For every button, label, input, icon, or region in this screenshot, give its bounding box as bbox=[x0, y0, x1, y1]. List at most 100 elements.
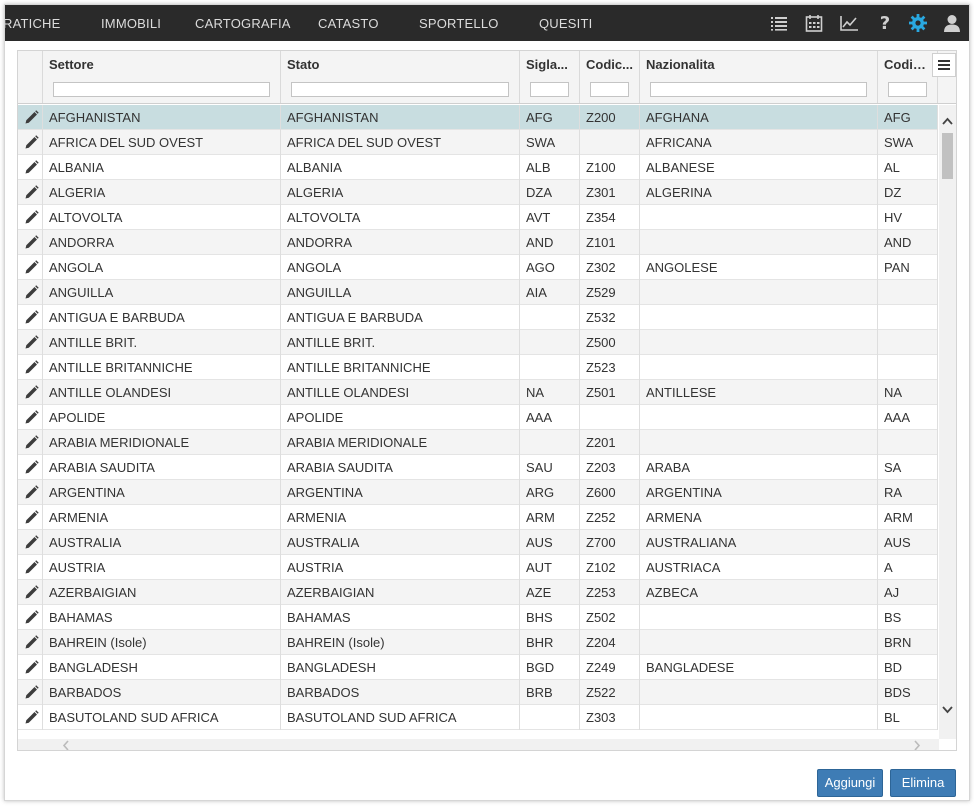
column-menu-button[interactable] bbox=[932, 53, 956, 77]
table-row[interactable]: ARMENIA ARMENIA ARM Z252 ARMENA ARM bbox=[18, 505, 938, 530]
vertical-scrollbar[interactable] bbox=[939, 105, 956, 739]
table-row[interactable]: ANTILLE BRIT. ANTILLE BRIT. Z500 bbox=[18, 330, 938, 355]
table-row[interactable]: AFGHANISTAN AFGHANISTAN AFG Z200 AFGHANA AFG bbox=[18, 105, 938, 130]
column-header-sigla[interactable]: Sigla... bbox=[520, 51, 580, 103]
edit-row-button[interactable] bbox=[18, 255, 43, 280]
cell-settore: AZERBAIGIAN bbox=[43, 580, 281, 605]
table-row[interactable]: ALGERIA ALGERIA DZA Z301 ALGERINA DZ bbox=[18, 180, 938, 205]
chevron-up-icon[interactable] bbox=[941, 115, 954, 128]
edit-row-button[interactable] bbox=[18, 405, 43, 430]
table-row[interactable]: AZERBAIGIAN AZERBAIGIAN AZE Z253 AZBECA AJ bbox=[18, 580, 938, 605]
nav-item-sportello[interactable]: SPORTELLO bbox=[419, 5, 499, 41]
table-row[interactable]: ANDORRA ANDORRA AND Z101 AND bbox=[18, 230, 938, 255]
filter-codice2-input[interactable] bbox=[888, 82, 927, 97]
chevron-right-icon[interactable] bbox=[910, 739, 923, 751]
calendar-icon[interactable] bbox=[804, 13, 824, 33]
table-row[interactable]: ANTILLE BRITANNICHE ANTILLE BRITANNICHE Z5… bbox=[18, 355, 938, 380]
add-button[interactable]: Aggiungi bbox=[817, 769, 883, 797]
edit-row-button[interactable] bbox=[18, 455, 43, 480]
column-header-stato[interactable]: Stato bbox=[281, 51, 520, 103]
cell-codice: Z301 bbox=[580, 180, 640, 205]
table-row[interactable]: ANTIGUA E BARBUDA ANTIGUA E BARBUDA Z532 bbox=[18, 305, 938, 330]
table-row[interactable]: ANTILLE OLANDESI ANTILLE OLANDESI NA Z501 AN… bbox=[18, 380, 938, 405]
horizontal-scrollbar[interactable] bbox=[18, 739, 939, 751]
filter-sigla-input[interactable] bbox=[530, 82, 569, 97]
edit-row-button[interactable] bbox=[18, 480, 43, 505]
filter-nazionalita-input[interactable] bbox=[650, 82, 867, 97]
filter-codice-input[interactable] bbox=[590, 82, 629, 97]
edit-row-button[interactable] bbox=[18, 305, 43, 330]
column-header-codice[interactable]: Codic... bbox=[580, 51, 640, 103]
table-row[interactable]: ARGENTINA ARGENTINA ARG Z600 ARGENTINA RA bbox=[18, 480, 938, 505]
column-header-nazionalita[interactable]: Nazionalita bbox=[640, 51, 878, 103]
table-row[interactable]: BAHREIN (Isole) BAHREIN (Isole) BHR Z204 BRN bbox=[18, 630, 938, 655]
edit-row-button[interactable] bbox=[18, 355, 43, 380]
table-row[interactable]: BASUTOLAND SUD AFRICA BASUTOLAND SUD AFRI… bbox=[18, 705, 938, 730]
cell-codice2: A bbox=[878, 555, 938, 580]
table-row[interactable]: AFRICA DEL SUD OVEST AFRICA DEL SUD OVEST… bbox=[18, 130, 938, 155]
edit-row-button[interactable] bbox=[18, 380, 43, 405]
cell-settore: ALGERIA bbox=[43, 180, 281, 205]
cell-codice2: HV bbox=[878, 205, 938, 230]
edit-row-button[interactable] bbox=[18, 680, 43, 705]
gear-icon[interactable] bbox=[908, 13, 928, 33]
list-icon[interactable] bbox=[769, 13, 789, 33]
cell-sigla: NA bbox=[520, 380, 580, 405]
horizontal-scrollbar-track[interactable] bbox=[88, 743, 888, 748]
table-row[interactable]: ARABIA SAUDITA ARABIA SAUDITA SAU Z203 ARABA… bbox=[18, 455, 938, 480]
edit-row-button[interactable] bbox=[18, 630, 43, 655]
edit-row-button[interactable] bbox=[18, 205, 43, 230]
edit-row-button[interactable] bbox=[18, 180, 43, 205]
cell-codice: Z501 bbox=[580, 380, 640, 405]
chevron-down-icon[interactable] bbox=[941, 703, 954, 716]
edit-row-button[interactable] bbox=[18, 130, 43, 155]
table-row[interactable]: ARABIA MERIDIONALE ARABIA MERIDIONALE Z201 bbox=[18, 430, 938, 455]
column-header-settore[interactable]: Settore bbox=[43, 51, 281, 103]
cell-codice: Z303 bbox=[580, 705, 640, 730]
edit-row-button[interactable] bbox=[18, 280, 43, 305]
edit-row-button[interactable] bbox=[18, 580, 43, 605]
nav-item-quesiti[interactable]: QUESITI bbox=[539, 5, 592, 41]
nav-item-immobili[interactable]: IMMOBILI bbox=[101, 5, 161, 41]
chart-icon[interactable] bbox=[839, 13, 859, 33]
user-icon[interactable] bbox=[942, 13, 962, 33]
cell-nazionalita bbox=[640, 605, 878, 630]
edit-row-button[interactable] bbox=[18, 705, 43, 730]
table-row[interactable]: BAHAMAS BAHAMAS BHS Z502 BS bbox=[18, 605, 938, 630]
cell-settore: AFRICA DEL SUD OVEST bbox=[43, 130, 281, 155]
table-row[interactable]: AUSTRALIA AUSTRALIA AUS Z700 AUSTRALIANA AUS bbox=[18, 530, 938, 555]
edit-row-button[interactable] bbox=[18, 330, 43, 355]
edit-row-button[interactable] bbox=[18, 155, 43, 180]
nav-item-catasto[interactable]: CATASTO bbox=[318, 5, 379, 41]
chevron-left-icon[interactable] bbox=[60, 739, 73, 751]
edit-row-button[interactable] bbox=[18, 655, 43, 680]
edit-row-button[interactable] bbox=[18, 555, 43, 580]
column-header-codice2[interactable]: Codice... bbox=[878, 51, 938, 103]
table-row[interactable]: BANGLADESH BANGLADESH BGD Z249 BANGLADESE BD bbox=[18, 655, 938, 680]
pencil-icon bbox=[25, 285, 39, 299]
edit-row-button[interactable] bbox=[18, 105, 43, 130]
edit-row-button[interactable] bbox=[18, 505, 43, 530]
table-row[interactable]: ALBANIA ALBANIA ALB Z100 ALBANESE AL bbox=[18, 155, 938, 180]
edit-row-button[interactable] bbox=[18, 230, 43, 255]
table-row[interactable]: ANGUILLA ANGUILLA AIA Z529 bbox=[18, 280, 938, 305]
edit-row-button[interactable] bbox=[18, 605, 43, 630]
filter-settore-input[interactable] bbox=[53, 82, 270, 97]
nav-item-pratiche[interactable]: RATICHE bbox=[5, 5, 61, 41]
cell-codice2: BL bbox=[878, 705, 938, 730]
table-row[interactable]: APOLIDE APOLIDE AAA AAA bbox=[18, 405, 938, 430]
edit-row-button[interactable] bbox=[18, 530, 43, 555]
edit-row-button[interactable] bbox=[18, 430, 43, 455]
table-row[interactable]: ANGOLA ANGOLA AGO Z302 ANGOLESE PAN bbox=[18, 255, 938, 280]
cell-codice2 bbox=[878, 305, 938, 330]
table-row[interactable]: BARBADOS BARBADOS BRB Z522 BDS bbox=[18, 680, 938, 705]
column-title-settore: Settore bbox=[49, 57, 94, 72]
table-row[interactable]: ALTOVOLTA ALTOVOLTA AVT Z354 HV bbox=[18, 205, 938, 230]
table-row[interactable]: AUSTRIA AUSTRIA AUT Z102 AUSTRIACA A bbox=[18, 555, 938, 580]
vertical-scrollbar-thumb[interactable] bbox=[942, 133, 953, 179]
nav-item-cartografia[interactable]: CARTOGRAFIA bbox=[195, 5, 291, 41]
delete-button[interactable]: Elimina bbox=[890, 769, 956, 797]
help-icon[interactable]: ? bbox=[875, 13, 895, 33]
filter-stato-input[interactable] bbox=[291, 82, 509, 97]
grid-body: AFGHANISTAN AFGHANISTAN AFG Z200 AFGHANA AFG A… bbox=[18, 105, 938, 739]
